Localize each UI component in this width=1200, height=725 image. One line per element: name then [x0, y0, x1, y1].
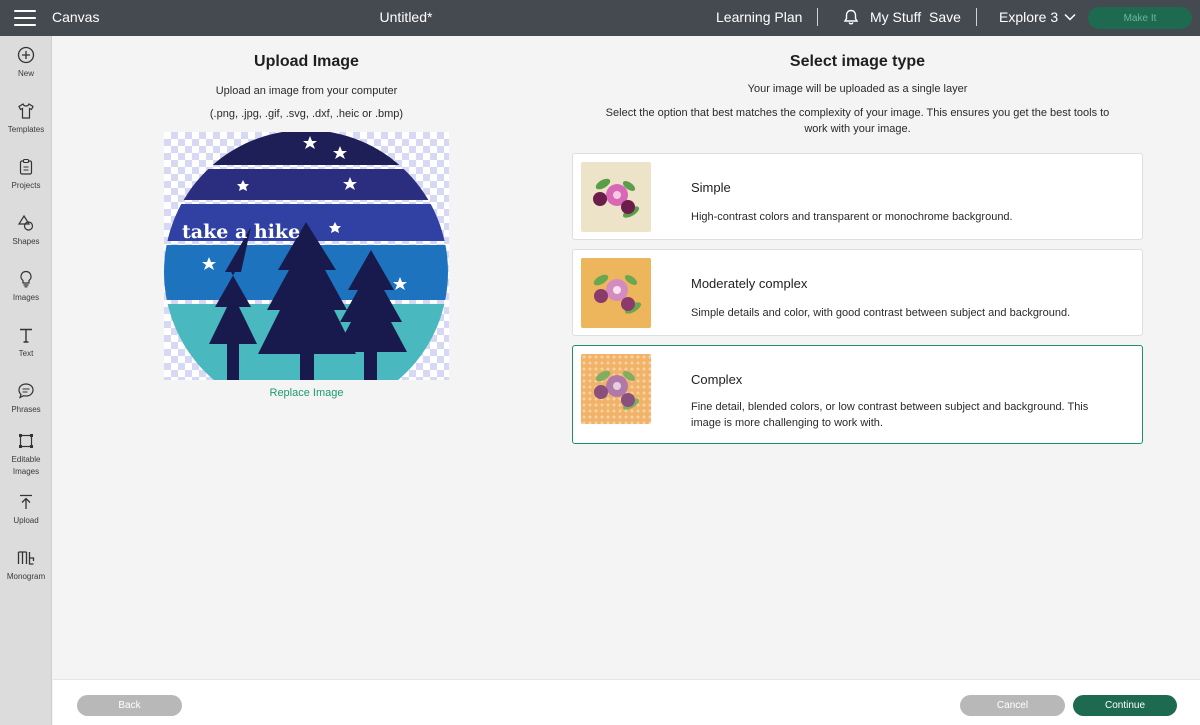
flower-icon	[593, 178, 640, 218]
sidebar-item-label: Editable	[11, 455, 41, 464]
option-description-2: image is more challenging to work with.	[691, 417, 883, 429]
divider	[817, 8, 818, 26]
crop-icon	[19, 434, 33, 448]
option-description: Fine detail, blended colors, or low cont…	[691, 401, 1089, 413]
sidebar-item-text[interactable]: Text	[0, 326, 52, 360]
divider	[976, 8, 977, 26]
main-content: Upload Image Upload an image from your c…	[53, 36, 1200, 679]
machine-name: Explore 3	[999, 9, 1059, 25]
sidebar-item-label: Phrases	[11, 405, 41, 414]
sidebar-item-phrases[interactable]: Phrases	[0, 382, 52, 416]
sidebar-item-label: Projects	[11, 181, 41, 190]
sidebar-item-label: Upload	[13, 516, 39, 525]
make-it-button[interactable]: Make It	[1088, 7, 1192, 29]
single-layer-note: Your image will be uploaded as a single …	[747, 83, 968, 95]
option-complex[interactable]: Complex Fine detail, blended colors, or …	[572, 345, 1143, 444]
select-type-description-2: work with your image.	[804, 123, 911, 135]
sidebar-item-label: Templates	[7, 125, 45, 134]
machine-selector[interactable]: Explore 3	[999, 9, 1076, 25]
sidebar-item-label: Shapes	[12, 237, 40, 246]
sidebar-item-label: Monogram	[6, 572, 46, 581]
text-icon	[20, 328, 32, 343]
option-title: Simple	[691, 180, 731, 195]
document-title[interactable]: Untitled*	[0, 9, 812, 25]
cancel-button[interactable]: Cancel	[960, 695, 1065, 716]
top-bar: Canvas Untitled* Learning Plan My Stuff …	[0, 0, 1200, 36]
option-title: Complex	[691, 372, 743, 387]
option-simple[interactable]: Simple High-contrast colors and transpar…	[572, 153, 1143, 240]
shapes-icon	[17, 214, 34, 231]
upload-title: Upload Image	[254, 53, 359, 70]
shirt-icon	[18, 103, 34, 119]
complex-thumbnail	[581, 354, 651, 424]
image-preview: take a hike	[164, 132, 449, 380]
sidebar-item-label: Text	[18, 349, 34, 358]
upload-instructions: Upload an image from your computer	[215, 85, 398, 97]
flower-icon	[593, 274, 642, 314]
option-description: High-contrast colors and transparent or …	[691, 211, 1013, 223]
upload-icon	[20, 494, 32, 509]
sidebar-item-images[interactable]: Images	[0, 270, 52, 304]
continue-button[interactable]: Continue	[1073, 695, 1177, 716]
upload-file-types: (.png, .jpg, .gif, .svg, .dxf, .heic or …	[209, 108, 404, 120]
select-type-description: Select the option that best matches the …	[605, 107, 1110, 119]
chevron-down-icon	[1064, 13, 1076, 21]
back-button[interactable]: Back	[77, 695, 182, 716]
sidebar-item-label: New	[17, 69, 34, 78]
sidebar-item-upload[interactable]: Upload	[0, 493, 52, 527]
moderate-thumbnail	[581, 258, 651, 328]
simple-thumbnail	[581, 162, 651, 232]
sidebar-item-new[interactable]: New	[0, 46, 52, 80]
monogram-icon	[17, 551, 35, 565]
flower-icon	[594, 370, 640, 410]
option-moderately-complex[interactable]: Moderately complex Simple details and co…	[572, 249, 1143, 336]
clipboard-icon	[19, 158, 33, 175]
sidebar-item-editable-images[interactable]: Editable Images	[0, 432, 52, 478]
preview-text: take a hike	[182, 221, 300, 243]
option-title: Moderately complex	[691, 276, 808, 291]
bell-icon[interactable]	[843, 9, 859, 26]
learning-plan-link[interactable]: Learning Plan	[716, 9, 802, 25]
save-button[interactable]: Save	[929, 9, 961, 25]
take-a-hike-image: take a hike	[164, 132, 448, 380]
sidebar: New Templates Projects Shapes Images Tex…	[0, 36, 52, 725]
lightbulb-icon	[20, 270, 32, 288]
sidebar-item-label: Images	[12, 467, 40, 476]
sidebar-item-projects[interactable]: Projects	[0, 158, 52, 192]
plus-circle-icon	[17, 46, 35, 64]
sidebar-item-monogram[interactable]: Monogram	[0, 549, 52, 583]
sidebar-item-shapes[interactable]: Shapes	[0, 214, 52, 248]
sidebar-item-templates[interactable]: Templates	[0, 102, 52, 136]
sidebar-item-label: Images	[12, 293, 40, 302]
speech-bubble-icon	[18, 383, 34, 399]
option-description: Simple details and color, with good cont…	[691, 307, 1071, 319]
footer-bar: Back Cancel Continue	[53, 679, 1200, 725]
select-type-title: Select image type	[789, 53, 926, 70]
replace-image-link[interactable]: Replace Image	[164, 387, 449, 399]
my-stuff-link[interactable]: My Stuff	[870, 9, 921, 25]
